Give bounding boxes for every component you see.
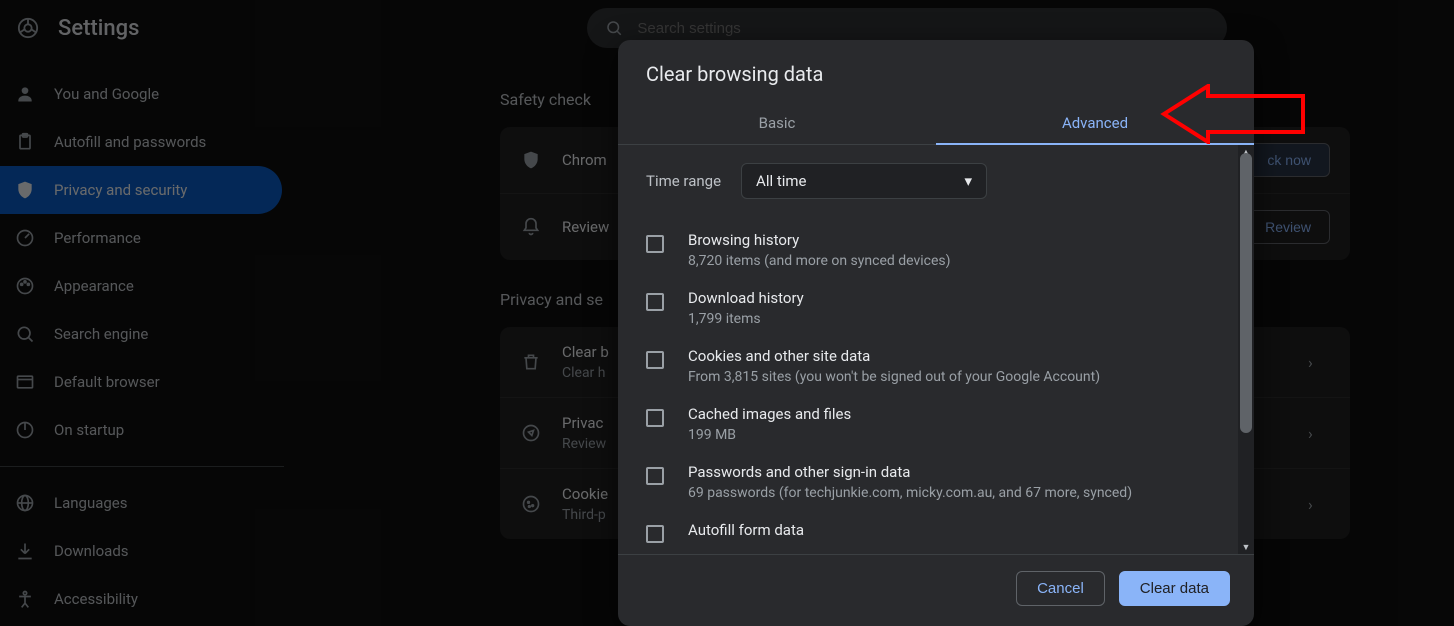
check-title: Browsing history [688, 231, 951, 249]
sidebar-item-default-browser[interactable]: Default browser [0, 358, 300, 406]
check-row-autofill[interactable]: Autofill form data [646, 511, 1226, 553]
check-sub: 199 MB [688, 427, 851, 443]
check-sub: From 3,815 sites (you won't be signed ou… [688, 369, 1100, 385]
clear-data-button[interactable]: Clear data [1119, 571, 1230, 606]
sidebar-item-on-startup[interactable]: On startup [0, 406, 300, 454]
check-title: Cached images and files [688, 405, 851, 423]
sidebar-item-downloads[interactable]: Downloads [0, 527, 300, 575]
scroll-down-icon[interactable]: ▼ [1238, 540, 1254, 554]
gauge-icon [14, 227, 36, 249]
check-sub: 8,720 items (and more on synced devices) [688, 253, 951, 269]
search-input[interactable] [637, 20, 1209, 37]
check-title: Cookies and other site data [688, 347, 1100, 365]
time-range-value: All time [756, 172, 806, 190]
sidebar-label: Performance [54, 229, 141, 247]
sidebar-item-languages[interactable]: Languages [0, 479, 300, 527]
sidebar-label: Appearance [54, 277, 134, 295]
globe-icon [14, 492, 36, 514]
palette-icon [14, 275, 36, 297]
check-row-cache[interactable]: Cached images and files 199 MB [646, 395, 1226, 453]
search-icon [14, 323, 36, 345]
sidebar-label: On startup [54, 421, 124, 439]
check-title: Download history [688, 289, 804, 307]
sidebar-label: Privacy and security [54, 181, 187, 199]
shield-icon [14, 179, 36, 201]
check-row-cookies[interactable]: Cookies and other site data From 3,815 s… [646, 337, 1226, 395]
check-title: Passwords and other sign-in data [688, 463, 1132, 481]
review-button[interactable]: Review [1246, 210, 1330, 244]
sidebar-label: You and Google [54, 85, 159, 103]
accessibility-icon [14, 588, 36, 610]
clipboard-icon [14, 131, 36, 153]
chevron-right-icon: › [1308, 424, 1330, 443]
checkbox[interactable] [646, 525, 664, 543]
search-icon [605, 19, 623, 37]
sidebar-label: Accessibility [54, 590, 138, 608]
trash-icon [520, 351, 542, 373]
checkbox[interactable] [646, 293, 664, 311]
scroll-thumb[interactable] [1240, 153, 1252, 433]
dialog-tabs: Basic Advanced [618, 102, 1254, 145]
check-row-browsing-history[interactable]: Browsing history 8,720 items (and more o… [646, 221, 1226, 279]
chevron-right-icon: › [1308, 495, 1330, 514]
time-range-row: Time range All time ▾ [646, 163, 1226, 199]
checkbox[interactable] [646, 351, 664, 369]
person-icon [14, 83, 36, 105]
check-sub: 69 passwords (for techjunkie.com, micky.… [688, 485, 1132, 501]
checkbox[interactable] [646, 467, 664, 485]
settings-sidebar: You and Google Autofill and passwords Pr… [0, 70, 300, 623]
sidebar-divider [0, 466, 284, 467]
sidebar-label: Default browser [54, 373, 160, 391]
data-type-list: Browsing history 8,720 items (and more o… [646, 221, 1226, 553]
tab-basic[interactable]: Basic [618, 102, 936, 144]
browser-icon [14, 371, 36, 393]
sidebar-label: Autofill and passwords [54, 133, 206, 151]
sidebar-item-performance[interactable]: Performance [0, 214, 300, 262]
dialog-body: Time range All time ▾ Browsing history 8… [618, 145, 1254, 554]
check-sub: 1,799 items [688, 311, 804, 327]
shield-check-icon [520, 149, 542, 171]
chevron-right-icon: › [1308, 353, 1330, 372]
sidebar-label: Downloads [54, 542, 129, 560]
sidebar-label: Languages [54, 494, 128, 512]
sidebar-label: Search engine [54, 325, 148, 343]
app-title: Settings [58, 16, 139, 41]
compass-icon [520, 422, 542, 444]
sidebar-item-autofill[interactable]: Autofill and passwords [0, 118, 300, 166]
dialog-title: Clear browsing data [618, 40, 1254, 102]
dialog-footer: Cancel Clear data [618, 554, 1254, 626]
check-row-download-history[interactable]: Download history 1,799 items [646, 279, 1226, 337]
chrome-logo-icon [16, 16, 40, 40]
power-icon [14, 419, 36, 441]
check-now-button[interactable]: ck now [1248, 143, 1330, 177]
sidebar-item-accessibility[interactable]: Accessibility [0, 575, 300, 623]
sidebar-item-you-and-google[interactable]: You and Google [0, 70, 300, 118]
checkbox[interactable] [646, 409, 664, 427]
cookie-icon [520, 493, 542, 515]
clear-browsing-data-dialog: Clear browsing data Basic Advanced Time … [618, 40, 1254, 626]
time-range-label: Time range [646, 172, 721, 190]
dialog-scrollbar[interactable]: ▲ ▼ [1238, 145, 1254, 554]
sidebar-item-privacy[interactable]: Privacy and security [0, 166, 282, 214]
tab-advanced[interactable]: Advanced [936, 102, 1254, 144]
cancel-button[interactable]: Cancel [1016, 571, 1105, 606]
checkbox[interactable] [646, 235, 664, 253]
sidebar-item-appearance[interactable]: Appearance [0, 262, 300, 310]
chevron-down-icon: ▾ [965, 172, 973, 190]
download-icon [14, 540, 36, 562]
check-title: Autofill form data [688, 521, 804, 539]
sidebar-item-search-engine[interactable]: Search engine [0, 310, 300, 358]
bell-icon [520, 216, 542, 238]
time-range-select[interactable]: All time ▾ [741, 163, 987, 199]
check-row-passwords[interactable]: Passwords and other sign-in data 69 pass… [646, 453, 1226, 511]
